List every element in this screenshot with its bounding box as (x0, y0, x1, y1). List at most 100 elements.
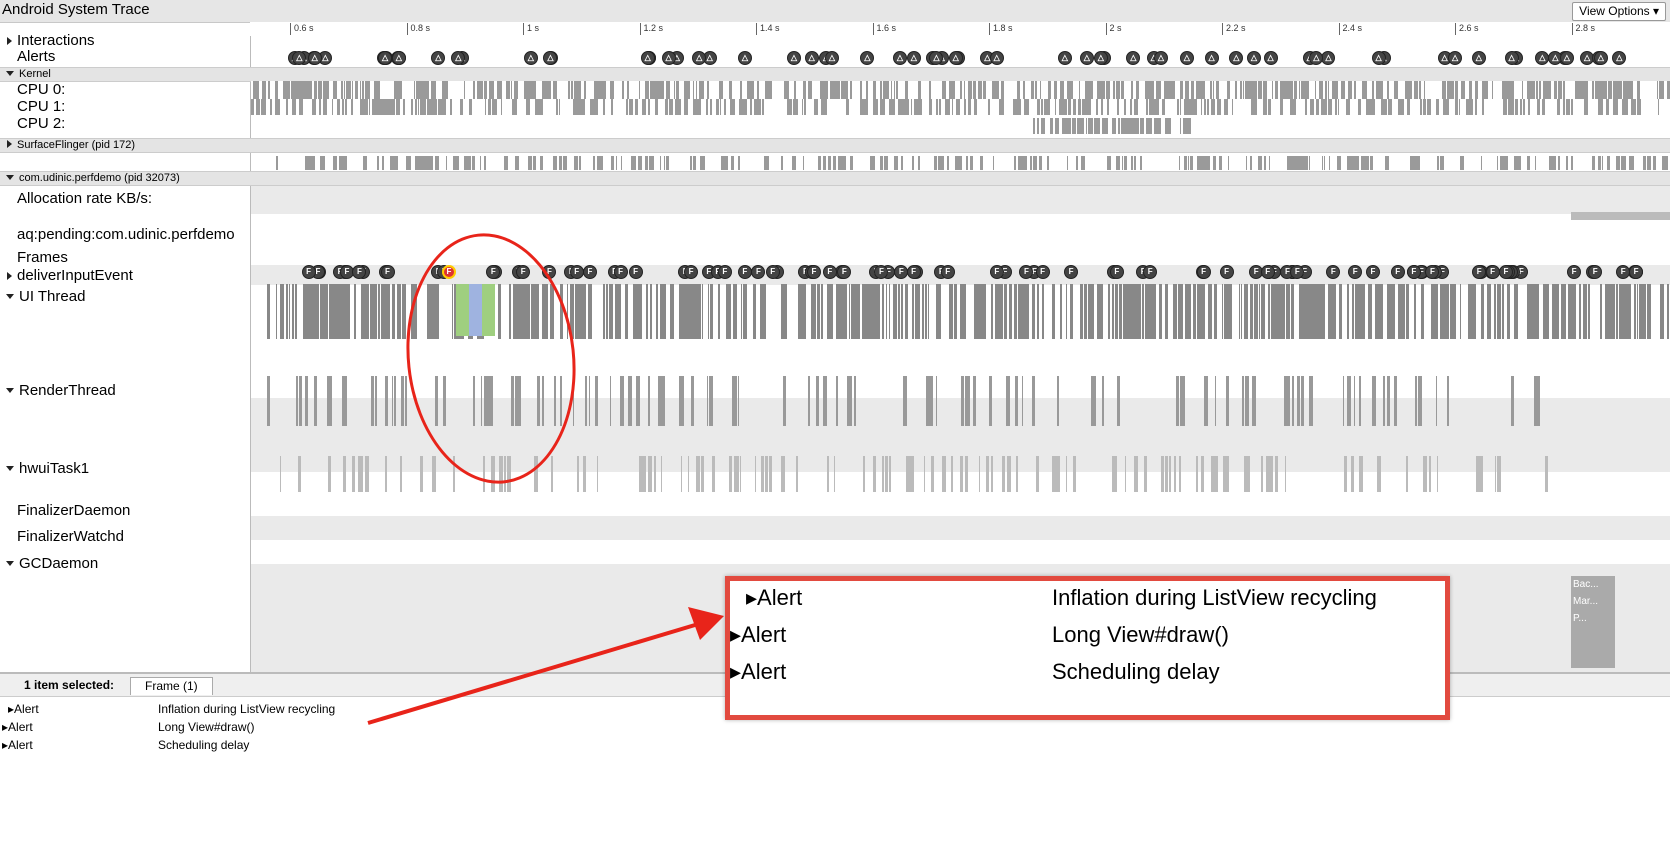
trace-slice[interactable] (984, 284, 986, 339)
trace-slice[interactable] (401, 376, 404, 426)
trace-slice[interactable] (732, 376, 734, 426)
trace-slice[interactable] (1006, 376, 1010, 426)
trace-slice[interactable] (1658, 99, 1659, 115)
trace-slice[interactable] (882, 99, 884, 115)
trace-slice[interactable] (1116, 81, 1118, 99)
alert-marker-icon[interactable] (1058, 51, 1072, 65)
trace-slice[interactable] (1536, 81, 1538, 99)
trace-slice[interactable] (1023, 81, 1024, 99)
trace-slice[interactable] (1398, 99, 1401, 115)
trace-slice[interactable] (1140, 156, 1142, 170)
trace-slice[interactable] (597, 456, 598, 492)
trace-slice[interactable] (1190, 118, 1191, 134)
trace-slice[interactable] (606, 284, 607, 339)
trace-slice[interactable] (1355, 284, 1356, 339)
trace-slice[interactable] (1643, 156, 1646, 170)
trace-slice[interactable] (1374, 99, 1375, 115)
trace-slice[interactable] (1121, 118, 1124, 134)
trace-slice[interactable] (1599, 99, 1602, 115)
trace-slice[interactable] (427, 99, 428, 115)
trace-slice[interactable] (1629, 81, 1633, 99)
trace-slice[interactable] (532, 81, 536, 99)
trace-slice[interactable] (883, 81, 885, 99)
trace-slice[interactable] (949, 81, 952, 99)
track-ui-thread[interactable]: UI Thread (0, 288, 85, 305)
trace-slice[interactable] (568, 81, 571, 99)
trace-slice[interactable] (1091, 81, 1092, 99)
trace-slice[interactable] (1188, 156, 1189, 170)
trace-slice[interactable] (1507, 81, 1510, 99)
trace-slice[interactable] (1215, 456, 1218, 492)
frame-marker-icon[interactable]: F (1366, 265, 1380, 279)
trace-slice[interactable] (271, 99, 272, 115)
trace-slice[interactable] (862, 284, 864, 339)
trace-slice[interactable] (543, 81, 544, 99)
trace-slice[interactable] (402, 284, 405, 339)
trace-slice[interactable] (506, 81, 508, 99)
trace-slice[interactable] (1113, 81, 1115, 99)
trace-slice[interactable] (1455, 81, 1458, 99)
trace-slice[interactable] (479, 81, 483, 99)
trace-slice[interactable] (660, 156, 661, 170)
trace-slice[interactable] (945, 99, 947, 115)
trace-slice[interactable] (1338, 99, 1339, 115)
trace-slice[interactable] (1454, 284, 1456, 339)
trace-slice[interactable] (928, 284, 930, 339)
trace-slice[interactable] (1495, 456, 1497, 492)
trace-slice[interactable] (343, 456, 347, 492)
frame-marker-icon[interactable]: F (570, 265, 584, 279)
trace-slice[interactable] (1200, 284, 1204, 339)
alert-row-1[interactable]: ▸Alert (8, 702, 39, 716)
trace-slice[interactable] (877, 99, 878, 115)
trace-slice[interactable] (389, 284, 391, 339)
trace-slice[interactable] (1169, 456, 1171, 492)
alert-marker-icon[interactable] (524, 51, 538, 65)
trace-slice[interactable] (1013, 99, 1015, 115)
trace-slice[interactable] (650, 284, 652, 339)
trace-slice[interactable] (1633, 156, 1634, 170)
trace-slice[interactable] (1437, 456, 1438, 492)
trace-slice[interactable] (1108, 156, 1111, 170)
trace-slice[interactable] (989, 376, 992, 426)
trace-slice[interactable] (1535, 284, 1538, 339)
trace-slice[interactable] (707, 81, 709, 99)
trace-slice[interactable] (1144, 456, 1148, 492)
trace-slice[interactable] (725, 156, 728, 170)
trace-slice[interactable] (1291, 81, 1293, 99)
trace-slice[interactable] (1657, 81, 1658, 99)
trace-slice[interactable] (262, 81, 265, 99)
trace-slice[interactable] (513, 99, 516, 115)
trace-slice[interactable] (1480, 456, 1483, 492)
trace-slice[interactable] (1639, 284, 1642, 339)
trace-slice[interactable] (289, 284, 290, 339)
trace-slice[interactable] (724, 99, 726, 115)
trace-slice[interactable] (473, 81, 475, 99)
trace-slice[interactable] (622, 81, 624, 99)
trace-slice[interactable] (344, 284, 345, 339)
trace-slice[interactable] (1387, 81, 1389, 99)
trace-slice[interactable] (1040, 81, 1042, 99)
track-interactions[interactable]: Interactions (0, 32, 95, 49)
trace-slice[interactable] (1368, 284, 1371, 339)
trace-slice[interactable] (620, 376, 624, 426)
trace-slice[interactable] (1134, 99, 1136, 115)
trace-slice[interactable] (639, 456, 643, 492)
trace-slice[interactable] (1015, 376, 1018, 426)
trace-slice[interactable] (1215, 376, 1216, 426)
trace-slice[interactable] (687, 81, 689, 99)
trace-slice[interactable] (716, 99, 719, 115)
trace-slice[interactable] (922, 284, 923, 339)
trace-slice[interactable] (1301, 376, 1304, 426)
trace-slice[interactable] (1256, 284, 1259, 339)
trace-slice[interactable] (657, 81, 660, 99)
trace-slice[interactable] (490, 81, 494, 99)
trace-slice[interactable] (973, 376, 976, 426)
trace-slice[interactable] (1228, 156, 1229, 170)
trace-slice[interactable] (344, 81, 345, 99)
collapse-arrow-icon[interactable] (6, 71, 14, 76)
trace-slice[interactable] (1186, 284, 1189, 339)
trace-slice[interactable] (1520, 99, 1523, 115)
trace-slice[interactable] (844, 81, 845, 99)
trace-slice[interactable] (403, 99, 405, 115)
trace-slice[interactable] (1165, 284, 1166, 339)
